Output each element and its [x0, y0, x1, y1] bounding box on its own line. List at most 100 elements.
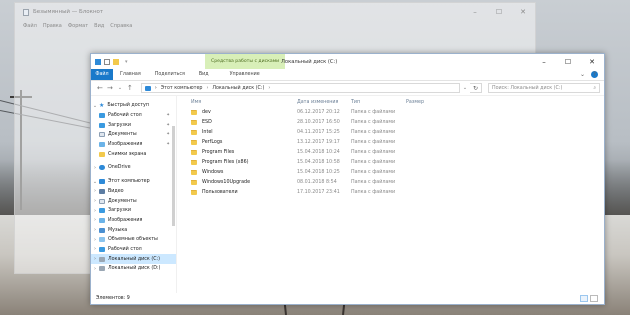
breadcrumb-sep-icon[interactable]: ›: [268, 86, 270, 91]
column-type[interactable]: Тип: [351, 100, 406, 105]
navigation-pane[interactable]: ⌄ ★ Быстрый доступ Рабочий стол ✦ Загруз…: [91, 96, 177, 293]
desktop-icon: [99, 113, 105, 119]
downloads-icon: [99, 208, 105, 214]
contextual-tab-drive-tools[interactable]: Средства работы с дисками: [205, 54, 286, 69]
table-row[interactable]: ESD 28.10.2017 16:50 Папка с файлами: [177, 117, 604, 127]
tab-view[interactable]: Вид: [192, 69, 216, 80]
pin-icon[interactable]: ✦: [166, 123, 170, 128]
table-row[interactable]: Intel 04.11.2017 15:25 Папка с файлами: [177, 127, 604, 137]
nav-item-pc-documents[interactable]: › Документы: [91, 196, 176, 206]
column-name[interactable]: Имя: [177, 100, 297, 105]
music-icon: [99, 227, 105, 233]
nav-item-drive-d[interactable]: › Локальный диск (D:): [91, 264, 176, 274]
table-row[interactable]: Пользователи 17.10.2017 23:41 Папка с файл…: [177, 187, 604, 197]
table-row[interactable]: Windows10Upgrade 08.01.2018 8:54 Папка с ф…: [177, 177, 604, 187]
address-dropdown-icon[interactable]: ⌄: [460, 85, 470, 91]
expand-ribbon-icon[interactable]: ⌄: [580, 71, 585, 78]
nav-item-pc-desktop[interactable]: › Рабочий стол: [91, 245, 176, 255]
minimize-icon[interactable]: –: [463, 3, 487, 21]
table-row[interactable]: Program Files (x86) 15.04.2018 10:58 Папка…: [177, 157, 604, 167]
pin-icon[interactable]: ✦: [166, 142, 170, 147]
file-name: Windows: [202, 169, 224, 175]
chevron-right-icon[interactable]: ›: [91, 227, 99, 233]
nav-item-downloads[interactable]: Загрузки ✦: [91, 120, 176, 130]
nav-item-music[interactable]: › Музыка: [91, 225, 176, 235]
close-icon[interactable]: ✕: [511, 3, 535, 21]
nav-item-documents[interactable]: Документы ✦: [91, 130, 176, 140]
details-view-icon[interactable]: [580, 295, 588, 302]
table-row[interactable]: PerfLogs 13.12.2017 19:17 Папка с файлами: [177, 137, 604, 147]
tab-file[interactable]: Файл: [91, 69, 113, 80]
address-bar[interactable]: › Этот компьютер › Локальный диск (C:) ›: [140, 83, 460, 93]
menu-help[interactable]: Справка: [110, 23, 132, 29]
chevron-right-icon[interactable]: ›: [91, 266, 99, 272]
explorer-title: Локальный диск (C:): [281, 58, 338, 65]
refresh-icon[interactable]: ↻: [470, 83, 482, 93]
explorer-window[interactable]: ▾ Средства работы с дисками Локальный ди…: [90, 53, 605, 305]
drive-icon: [99, 256, 105, 262]
chevron-right-icon[interactable]: ›: [91, 217, 99, 223]
column-size[interactable]: Размер: [406, 100, 466, 105]
large-icons-view-icon[interactable]: [590, 295, 598, 302]
nav-label: Видео: [108, 188, 124, 194]
maximize-icon[interactable]: ☐: [487, 3, 511, 21]
menu-format[interactable]: Формат: [68, 23, 88, 29]
file-list[interactable]: Имя Дата изменения Тип Размер dev 06.12.2…: [177, 96, 604, 293]
file-rows: dev 06.12.2017 20:12 Папка с файлами ESD 28…: [177, 107, 604, 197]
nav-item-pictures[interactable]: Изображения ✦: [91, 140, 176, 150]
cloud-icon: [99, 165, 105, 171]
file-name: Program Files (x86): [202, 159, 249, 165]
menu-file[interactable]: Файл: [23, 23, 37, 29]
pin-icon[interactable]: ✦: [166, 132, 170, 137]
explorer-titlebar[interactable]: ▾ Средства работы с дисками Локальный ди…: [91, 54, 604, 69]
properties-icon[interactable]: [104, 58, 110, 65]
nav-item-screenshots[interactable]: Снимки экрана: [91, 149, 176, 159]
chevron-right-icon[interactable]: ›: [91, 256, 99, 262]
chevron-down-icon[interactable]: ▾: [125, 59, 128, 65]
nav-quick-access[interactable]: ⌄ ★ Быстрый доступ: [91, 101, 176, 111]
nav-item-pc-pictures[interactable]: › Изображения: [91, 216, 176, 226]
pin-icon[interactable]: ✦: [166, 113, 170, 118]
chevron-right-icon[interactable]: ›: [91, 237, 99, 243]
new-folder-icon[interactable]: [113, 58, 119, 65]
chevron-down-icon[interactable]: ⌄: [91, 179, 99, 185]
tab-manage[interactable]: Управление: [216, 69, 267, 80]
breadcrumb-this-pc[interactable]: Этот компьютер: [161, 86, 203, 91]
maximize-icon[interactable]: ☐: [556, 54, 580, 69]
chevron-right-icon[interactable]: ›: [91, 246, 99, 252]
close-icon[interactable]: ✕: [580, 54, 604, 69]
breadcrumb-drive-c[interactable]: Локальный диск (C:): [212, 86, 264, 91]
chevron-right-icon[interactable]: ›: [91, 198, 99, 204]
nav-item-videos[interactable]: › Видео: [91, 187, 176, 197]
chevron-right-icon[interactable]: ›: [91, 208, 99, 214]
table-row[interactable]: dev 06.12.2017 20:12 Папка с файлами: [177, 107, 604, 117]
menu-edit[interactable]: Правка: [43, 23, 62, 29]
table-row[interactable]: Program Files 15.04.2018 10:24 Папка с фай…: [177, 147, 604, 157]
recent-locations-icon[interactable]: ⌄: [115, 85, 125, 91]
menu-view[interactable]: Вид: [94, 23, 104, 29]
help-icon[interactable]: ?: [591, 71, 598, 78]
tab-home[interactable]: Главная: [113, 69, 148, 80]
nav-onedrive[interactable]: › OneDrive: [91, 163, 176, 173]
file-date: 17.10.2017 23:41: [297, 189, 340, 195]
view-toggle: [578, 295, 598, 302]
breadcrumb-sep-icon[interactable]: ›: [206, 86, 208, 91]
tab-share[interactable]: Поделиться: [148, 69, 192, 80]
nav-item-drive-c[interactable]: › Локальный диск (C:): [91, 254, 176, 264]
up-arrow-icon[interactable]: ↑: [125, 84, 135, 92]
minimize-icon[interactable]: –: [532, 54, 556, 69]
back-arrow-icon[interactable]: ←: [95, 84, 105, 92]
notepad-titlebar[interactable]: Безымянный — Блокнот: [15, 3, 535, 21]
chevron-right-icon[interactable]: ›: [91, 188, 99, 194]
chevron-right-icon[interactable]: ›: [91, 165, 99, 171]
forward-arrow-icon[interactable]: →: [105, 84, 115, 92]
nav-item-pc-downloads[interactable]: › Загрузки: [91, 206, 176, 216]
table-row[interactable]: Windows 15.04.2018 10:25 Папка с файлами: [177, 167, 604, 177]
nav-this-pc[interactable]: ⌄ Этот компьютер: [91, 177, 176, 187]
nav-scrollbar[interactable]: [172, 126, 175, 226]
search-input[interactable]: Поиск: Локальный диск (C:) ⌕: [488, 83, 600, 93]
column-date[interactable]: Дата изменения: [297, 100, 351, 105]
nav-item-3d-objects[interactable]: › Объемные объекты: [91, 235, 176, 245]
chevron-down-icon[interactable]: ⌄: [91, 103, 99, 109]
nav-item-desktop[interactable]: Рабочий стол ✦: [91, 111, 176, 121]
